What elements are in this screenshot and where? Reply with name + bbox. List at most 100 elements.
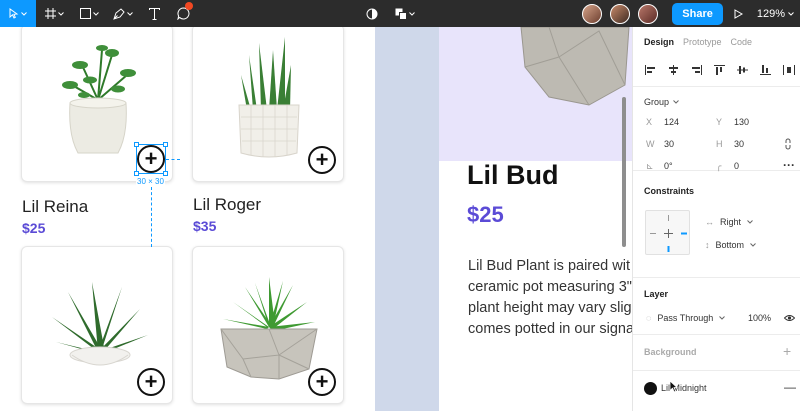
add-to-cart-button[interactable]: +	[308, 146, 336, 174]
w-value: 30	[664, 139, 675, 149]
vertical-constraint-value: Bottom	[715, 240, 745, 250]
more-options-icon[interactable]: ···	[783, 158, 795, 172]
background-section: Background +	[633, 335, 800, 371]
tab-design[interactable]: Design	[644, 37, 674, 53]
align-top-icon[interactable]	[712, 64, 726, 75]
rotation-field[interactable]: ⊾ 0°	[646, 161, 673, 172]
detail-title: Lil Bud	[467, 160, 559, 190]
radius-value: 0	[734, 161, 740, 171]
blend-mode-value: Pass Through	[657, 313, 714, 323]
canvas-scrollbar[interactable]	[622, 97, 626, 247]
pen-tool-button[interactable]	[106, 0, 140, 27]
selection-box[interactable]	[136, 144, 166, 174]
chevron-down-icon	[750, 243, 756, 247]
tab-prototype[interactable]: Prototype	[683, 37, 722, 53]
eye-icon[interactable]	[784, 314, 795, 322]
share-button[interactable]: Share	[672, 2, 723, 25]
spacing-guide	[151, 187, 152, 247]
play-icon[interactable]	[733, 8, 743, 19]
constrain-proportions-icon[interactable]	[784, 138, 792, 150]
add-to-cart-button[interactable]: +	[308, 368, 336, 396]
frame-tool-button[interactable]	[36, 0, 72, 27]
y-field[interactable]: Y 130	[716, 117, 749, 127]
avatar[interactable]	[610, 3, 631, 24]
vertical-arrows-icon: ↕	[705, 240, 710, 250]
background-title: Background	[644, 347, 697, 357]
zoom-dropdown[interactable]: 129%	[757, 8, 794, 20]
canvas[interactable]: Lil Reina $25 + Lil Roger $35 + + + 30 ×…	[0, 27, 632, 411]
transform-section: Group X 124 Y 130 W 30 H 30 ⊾ 0° ╭ 0 ···	[633, 87, 800, 172]
align-right-icon[interactable]	[689, 64, 703, 75]
x-value: 124	[664, 117, 680, 127]
comment-tool-button[interactable]	[168, 0, 198, 27]
resize-handle[interactable]	[163, 171, 168, 176]
color-swatch[interactable]	[644, 382, 657, 395]
align-bottom-icon[interactable]	[759, 64, 773, 75]
description-line: comes potted in our signa	[468, 321, 632, 337]
chevron-down-icon	[21, 11, 27, 16]
align-left-icon[interactable]	[643, 64, 657, 75]
dimension-label: 30 × 30	[136, 177, 165, 186]
detail-price: $25	[467, 202, 504, 227]
align-center-h-icon[interactable]	[666, 64, 680, 75]
horizontal-arrows-icon: ↔	[705, 217, 714, 227]
contrast-icon	[366, 8, 378, 19]
x-field[interactable]: X 124	[646, 117, 679, 127]
chevron-down-icon	[673, 100, 679, 104]
resize-handle[interactable]	[134, 171, 139, 176]
constraints-section: Constraints ↔ Right ↕ Bottom	[633, 184, 800, 278]
description-line: ceramic pot measuring 3"	[468, 279, 632, 295]
product-name: Lil Roger	[193, 195, 262, 214]
avatar[interactable]	[582, 3, 603, 24]
chevron-down-icon	[127, 11, 133, 16]
add-to-cart-button[interactable]: +	[137, 368, 165, 396]
alignment-toolbar	[633, 53, 800, 87]
group-label: Group	[644, 97, 670, 107]
shape-tool-button[interactable]	[72, 0, 106, 27]
radius-field[interactable]: ╭ 0	[716, 161, 739, 172]
opacity-value[interactable]: 100%	[748, 313, 771, 323]
product-list-frame[interactable]: Lil Reina $25 + Lil Roger $35 + + + 30 ×…	[0, 27, 375, 411]
rectangle-icon	[79, 8, 91, 19]
blend-mode-dropdown[interactable]: ◌ Pass Through	[646, 313, 726, 323]
layers-icon	[395, 8, 407, 20]
distribute-icon[interactable]	[782, 64, 796, 75]
panel-tabs: Design Prototype Code	[633, 27, 800, 53]
text-icon	[148, 7, 160, 20]
avatar[interactable]	[638, 3, 659, 24]
h-field[interactable]: H 30	[716, 139, 744, 149]
properties-panel: Design Prototype Code Group X 124 Y 130 W3…	[632, 27, 800, 411]
align-middle-icon[interactable]	[736, 65, 750, 75]
product-card[interactable]: +	[192, 246, 344, 404]
constraints-widget[interactable]	[645, 210, 690, 255]
horizontal-constraint-dropdown[interactable]: ↔ Right	[705, 217, 753, 227]
text-tool-button[interactable]	[140, 0, 168, 27]
hero-image	[439, 27, 632, 161]
product-price: $35	[193, 218, 217, 234]
chevron-down-icon	[57, 11, 64, 16]
vertical-constraint-dropdown[interactable]: ↕ Bottom	[705, 240, 756, 250]
product-card[interactable]: +	[21, 246, 173, 404]
resize-handle[interactable]	[163, 142, 168, 147]
chevron-down-icon	[409, 11, 415, 16]
group-dropdown[interactable]: Group	[644, 97, 679, 107]
move-tool-button[interactable]	[0, 0, 36, 27]
tab-code[interactable]: Code	[731, 37, 753, 53]
chevron-down-icon	[719, 316, 726, 320]
component-menu[interactable]	[392, 0, 418, 27]
remove-fill-icon[interactable]: —	[784, 380, 796, 394]
resize-handle[interactable]	[134, 142, 139, 147]
spacing-guide	[166, 159, 180, 160]
toolbar: Share 129%	[0, 0, 800, 27]
product-name: Lil Reina	[22, 197, 89, 216]
add-background-icon[interactable]: +	[783, 343, 791, 359]
product-card[interactable]: +	[192, 27, 344, 182]
cursor-icon	[9, 8, 19, 19]
frame-icon	[44, 8, 56, 19]
fill-row[interactable]: Lil Midnight —	[633, 371, 800, 405]
theme-toggle[interactable]	[362, 0, 382, 27]
w-field[interactable]: W 30	[646, 139, 674, 149]
rotation-value: 0°	[664, 161, 673, 171]
pen-icon	[113, 7, 125, 20]
layer-section: Layer ◌ Pass Through 100%	[633, 278, 800, 335]
